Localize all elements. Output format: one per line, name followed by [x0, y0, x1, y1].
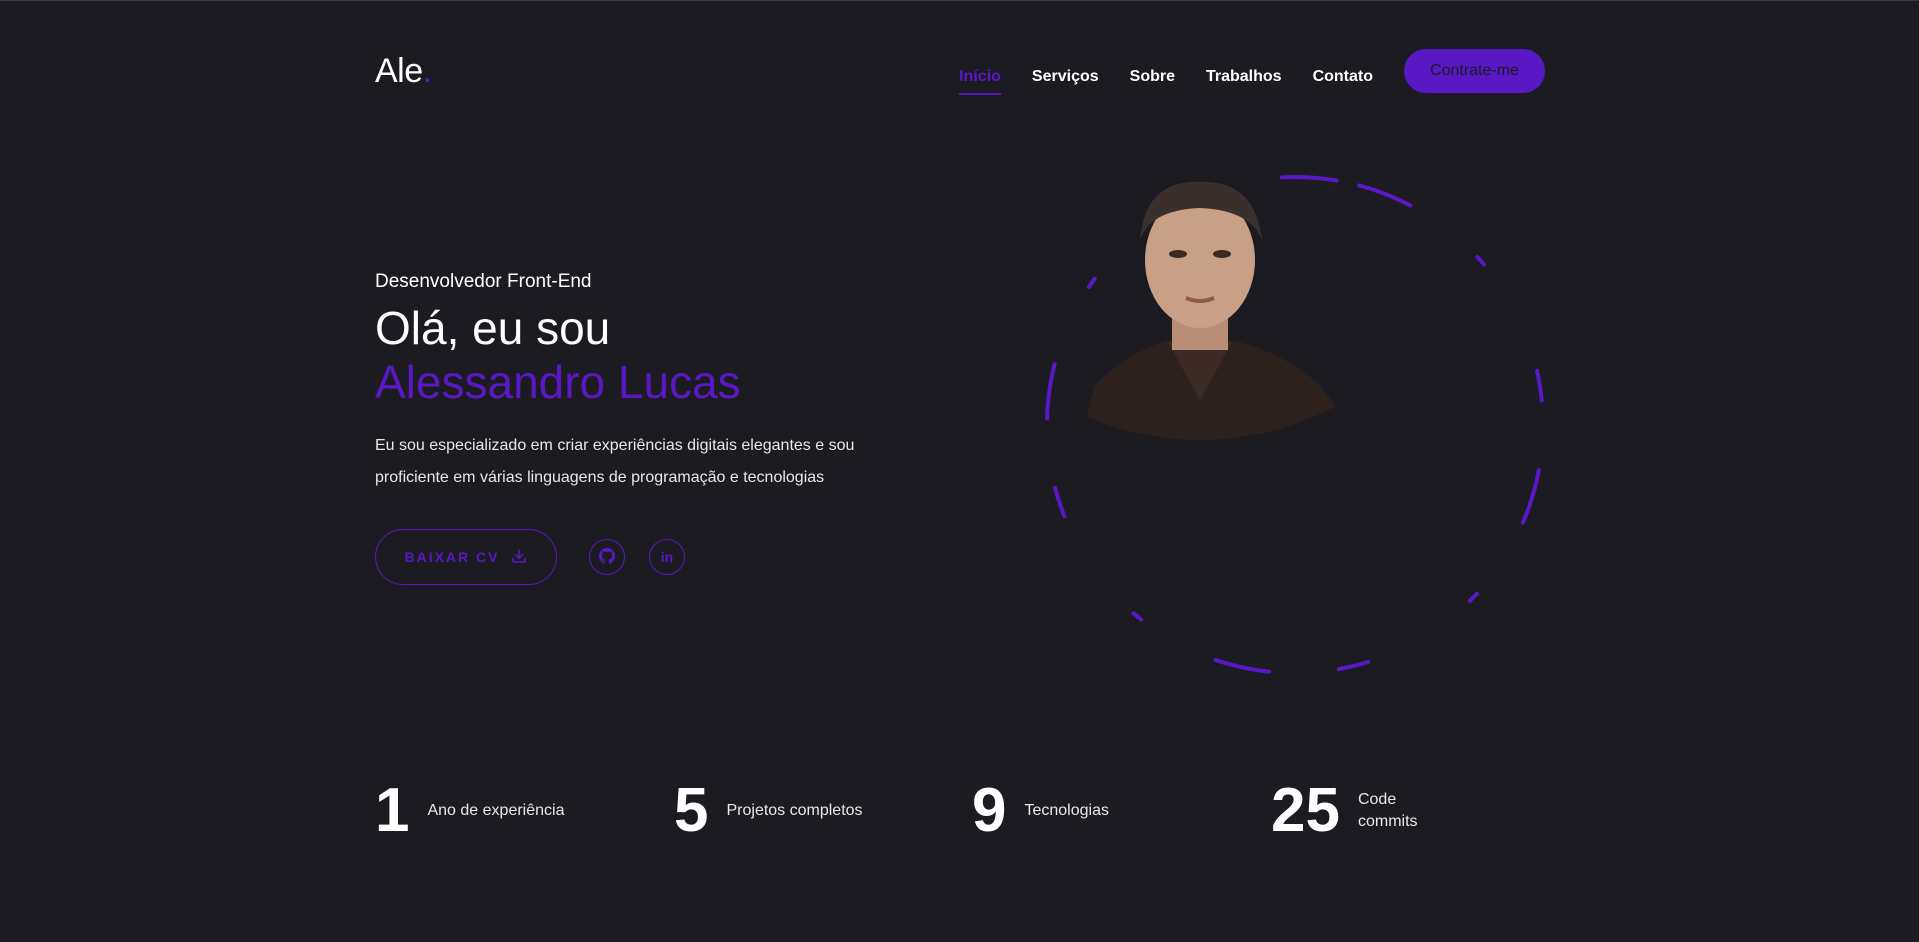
hire-me-button[interactable]: Contrate-me [1404, 49, 1545, 93]
page-container: Ale. Início Serviços Sobre Trabalhos Con… [375, 0, 1545, 942]
hero-name: Alessandro Lucas [375, 356, 741, 408]
stat-label: Tecnologias [1024, 802, 1109, 819]
linkedin-link[interactable]: in [649, 539, 685, 575]
hero-role: Desenvolvedor Front-End [375, 271, 592, 292]
stat-experience: 1 Ano de experiência [375, 776, 564, 846]
stat-technologies: 9 Tecnologias [972, 776, 1109, 846]
stat-number: 25 [1271, 776, 1340, 845]
nav-link-inicio[interactable]: Início [959, 68, 1001, 95]
logo-dot: . [422, 52, 432, 90]
stat-number: 5 [674, 776, 709, 845]
profile-photo [1080, 181, 1355, 440]
nav-link-sobre[interactable]: Sobre [1130, 68, 1175, 86]
hero-greeting: Olá, eu sou [375, 302, 611, 354]
stat-number: 9 [972, 776, 1007, 845]
logo-text: Ale [375, 52, 423, 90]
stat-projects: 5 Projetos completos [674, 776, 863, 846]
linkedin-icon: in [660, 549, 674, 565]
nav-link-contato[interactable]: Contato [1313, 68, 1373, 86]
download-cv-button[interactable]: BAIXAR CV [375, 529, 557, 585]
logo[interactable]: Ale. [375, 52, 432, 91]
download-cv-label: BAIXAR CV [404, 549, 500, 565]
profile-photo-area [1040, 170, 1550, 680]
main-nav: Início Serviços Sobre Trabalhos Contato … [959, 49, 1545, 95]
stat-number: 1 [375, 776, 410, 845]
download-icon [510, 547, 528, 568]
stat-label-line: commits [1357, 813, 1418, 830]
github-link[interactable] [589, 539, 625, 575]
nav-link-servicos[interactable]: Serviços [1032, 68, 1099, 86]
hero-description: Eu sou especializado em criar experiênci… [375, 437, 855, 486]
nav-link-trabalhos[interactable]: Trabalhos [1206, 68, 1282, 86]
github-icon [599, 547, 615, 567]
stat-label-line: Code [1357, 791, 1397, 808]
stat-label: Projetos completos [726, 802, 863, 819]
stat-commits: 25 Code commits [1271, 776, 1418, 846]
stat-label: Ano de experiência [427, 802, 565, 819]
stat-label: Code commits [1358, 789, 1418, 833]
